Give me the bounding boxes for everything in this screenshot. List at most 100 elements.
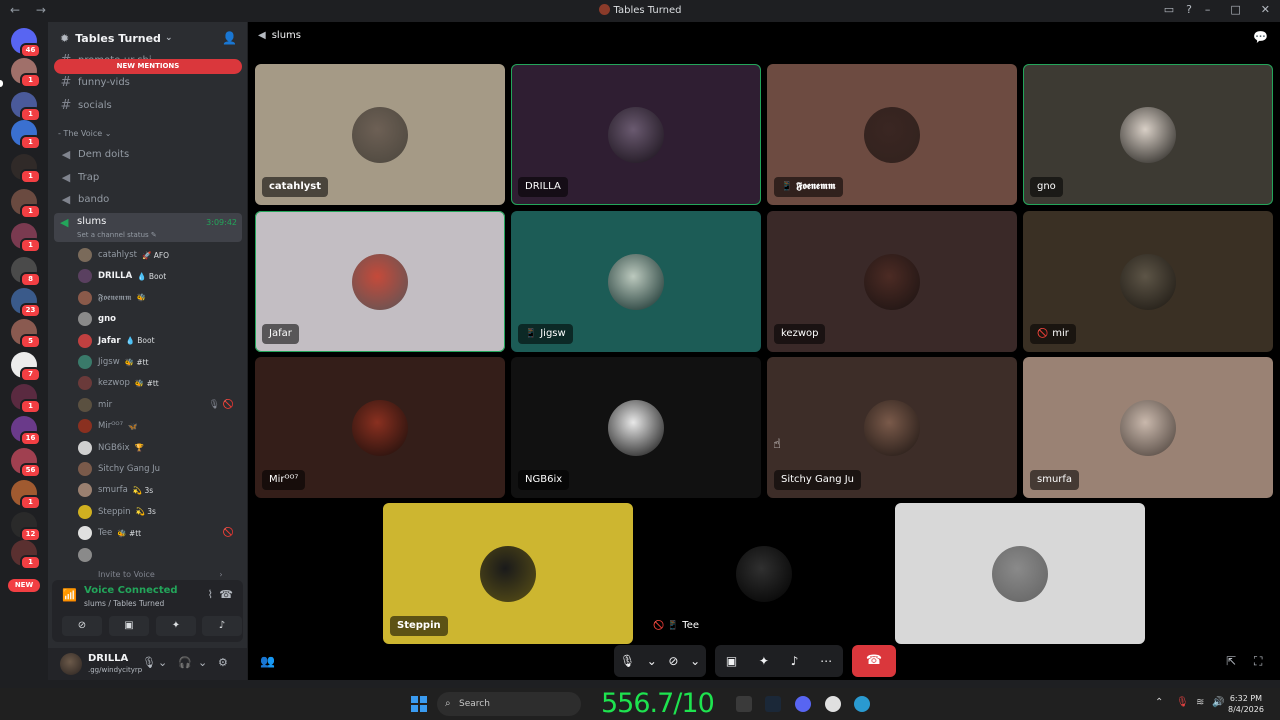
fullscreen-icon[interactable]: ⛶ xyxy=(1254,654,1262,669)
voice-member[interactable]: mir 🎙 🚫 xyxy=(78,396,238,414)
mic-tray-icon[interactable]: 🎙 xyxy=(1176,697,1189,708)
maximize-button[interactable]: □ xyxy=(1230,3,1240,16)
add-people-icon[interactable]: 👥 xyxy=(260,654,275,668)
camera-options-icon[interactable]: ⌄ xyxy=(690,654,700,668)
participant-tile[interactable]: catahlyst xyxy=(255,64,505,205)
voice-channel-bando[interactable]: ◀ bando xyxy=(56,189,240,209)
voice-channel-trap[interactable]: ◀ Trap xyxy=(56,167,240,187)
voice-status[interactable]: Voice Connected xyxy=(84,585,178,596)
close-button[interactable]: ✕ xyxy=(1261,3,1270,16)
discord-icon[interactable] xyxy=(795,696,811,712)
edge-icon[interactable] xyxy=(854,696,870,712)
avatar[interactable] xyxy=(60,653,82,675)
server-icon[interactable]: 1 xyxy=(11,92,41,122)
server-icon[interactable]: 12 xyxy=(11,512,41,542)
username[interactable]: DRILLA xyxy=(88,653,128,664)
participant-tile[interactable]: DRILLA xyxy=(511,64,761,205)
server-icon[interactable]: 1 xyxy=(11,154,41,184)
soundboard-button[interactable]: ♪ xyxy=(202,616,242,636)
channel-status[interactable]: Set a channel status ✎ xyxy=(77,231,157,239)
voice-member[interactable]: kezwop 🐝 #tt xyxy=(78,374,238,392)
participant-tile[interactable]: Jafar xyxy=(255,211,505,352)
server-icon[interactable]: 23 xyxy=(11,288,41,318)
chevron-down-icon[interactable]: ⌄ xyxy=(158,656,167,669)
participant-tile[interactable]: 🚫 📱 Tee xyxy=(639,503,889,644)
add-member-icon[interactable]: 👤 xyxy=(222,31,237,45)
noise-suppression-icon[interactable]: ⌇ xyxy=(208,588,213,601)
voice-member[interactable]: Mirᴼᴼ⁷ 🦋 xyxy=(78,417,238,435)
microphone-button[interactable]: 🎙 xyxy=(620,654,635,668)
soundboard-button[interactable]: ♪ xyxy=(791,654,799,668)
home-button[interactable]: 46 xyxy=(11,28,41,58)
help-icon[interactable]: ? xyxy=(1186,3,1192,16)
hang-up-button[interactable]: ☎ xyxy=(852,645,896,677)
voice-channel-dem-doits[interactable]: ◀ Dem doits xyxy=(56,144,240,164)
camera-button[interactable]: ⊘ xyxy=(668,654,678,668)
server-icon[interactable]: 1 xyxy=(11,384,41,414)
server-icon[interactable]: 1 xyxy=(11,223,41,253)
inbox-icon[interactable]: ▭ xyxy=(1164,3,1174,16)
mic-options-icon[interactable]: ⌄ xyxy=(647,654,657,668)
participant-tile[interactable]: gno xyxy=(1023,64,1273,205)
xbox-icon[interactable] xyxy=(736,696,752,712)
invite-to-voice[interactable]: Invite to Voice › xyxy=(98,570,223,579)
participant-tile[interactable]: 📱 Jigsw xyxy=(511,211,761,352)
category-the-voice[interactable]: - The Voice ⌄ xyxy=(58,129,111,138)
channel-funny-vids[interactable]: # funny-vids xyxy=(56,72,240,92)
voice-channel-slums[interactable]: ◀ slums 3:09:42 Set a channel status ✎ xyxy=(54,213,242,242)
chat-icon[interactable]: 💬 xyxy=(1253,30,1268,44)
server-icon[interactable]: 16 xyxy=(11,416,41,446)
voice-member[interactable]: NGB6ix 🏆 xyxy=(78,439,238,457)
gear-icon[interactable]: ⚙ xyxy=(218,656,228,669)
voice-member[interactable]: Steppin 💫 3s xyxy=(78,503,238,521)
voice-member[interactable]: DRILLA 💧 Boot xyxy=(78,267,238,285)
voice-member[interactable]: Sitchy Gang Ju xyxy=(78,460,238,478)
new-unreads-pill[interactable]: NEW xyxy=(8,579,40,592)
activities-button[interactable]: ✦ xyxy=(156,616,196,636)
voice-location[interactable]: slums / Tables Turned xyxy=(84,599,164,608)
chrome-icon[interactable] xyxy=(825,696,841,712)
activities-button[interactable]: ✦ xyxy=(759,654,769,668)
taskbar-search[interactable]: ⌕ Search xyxy=(437,692,581,716)
participant-tile[interactable]: kezwop xyxy=(767,211,1017,352)
popout-icon[interactable]: ⇱ xyxy=(1226,654,1236,668)
voice-member[interactable]: gno xyxy=(78,310,238,328)
chevron-down-icon[interactable]: ⌄ xyxy=(198,656,207,669)
voice-member[interactable]: 𝕱𝖔𝖊𝖓𝖊𝖒𝖒 🐝 xyxy=(78,289,238,307)
microphone-icon[interactable]: 🎙 xyxy=(142,656,156,669)
signal-icon[interactable]: 📶 xyxy=(62,588,77,602)
volume-icon[interactable]: 🔊 xyxy=(1212,697,1224,708)
disconnect-icon[interactable]: ☎ xyxy=(219,588,233,601)
participant-tile[interactable]: smurfa xyxy=(1023,357,1273,498)
server-icon[interactable]: 1 xyxy=(11,189,41,219)
minimize-button[interactable]: – xyxy=(1205,3,1211,16)
participant-tile[interactable]: Steppin xyxy=(383,503,633,644)
voice-member[interactable]: Jafar 💧 Boot xyxy=(78,332,238,350)
server-icon[interactable]: 1 xyxy=(11,120,41,150)
start-button[interactable] xyxy=(411,696,427,712)
voice-member[interactable]: smurfa 💫 3s xyxy=(78,481,238,499)
screen-share-button[interactable]: ▣ xyxy=(726,654,737,668)
steam-icon[interactable] xyxy=(765,696,781,712)
voice-member[interactable]: Jigsw 🐝 #tt xyxy=(78,353,238,371)
new-mentions-banner[interactable]: NEW MENTIONS xyxy=(54,59,242,74)
participant-tile[interactable]: 📱 𝕱𝖔𝖊𝖓𝖊𝖒𝖒 xyxy=(767,64,1017,205)
server-icon[interactable]: 1 xyxy=(11,58,41,88)
camera-off-button[interactable]: ⊘ xyxy=(62,616,102,636)
channel-socials[interactable]: # socials xyxy=(56,95,240,115)
server-icon[interactable]: 7 xyxy=(11,352,41,382)
voice-member[interactable]: catahlyst 🚀 AFO xyxy=(78,246,238,264)
server-icon[interactable]: 56 xyxy=(11,448,41,478)
clock[interactable]: 6:32 PM 8/4/2026 xyxy=(1228,693,1264,715)
server-icon[interactable]: 5 xyxy=(11,319,41,349)
tray-chevron-icon[interactable]: ⌃ xyxy=(1155,697,1163,708)
participant-tile[interactable] xyxy=(895,503,1145,644)
screen-share-button[interactable]: ▣ xyxy=(109,616,149,636)
voice-member[interactable]: Tee 🐝 #tt 🚫 xyxy=(78,524,238,542)
server-icon[interactable]: 8 xyxy=(11,257,41,287)
server-icon[interactable]: 1 xyxy=(11,480,41,510)
participant-tile[interactable]: Sitchy Gang Ju xyxy=(767,357,1017,498)
voice-member[interactable] xyxy=(78,546,238,564)
participant-tile[interactable]: 🚫 mir xyxy=(1023,211,1273,352)
wifi-icon[interactable]: ≋ xyxy=(1196,697,1204,708)
